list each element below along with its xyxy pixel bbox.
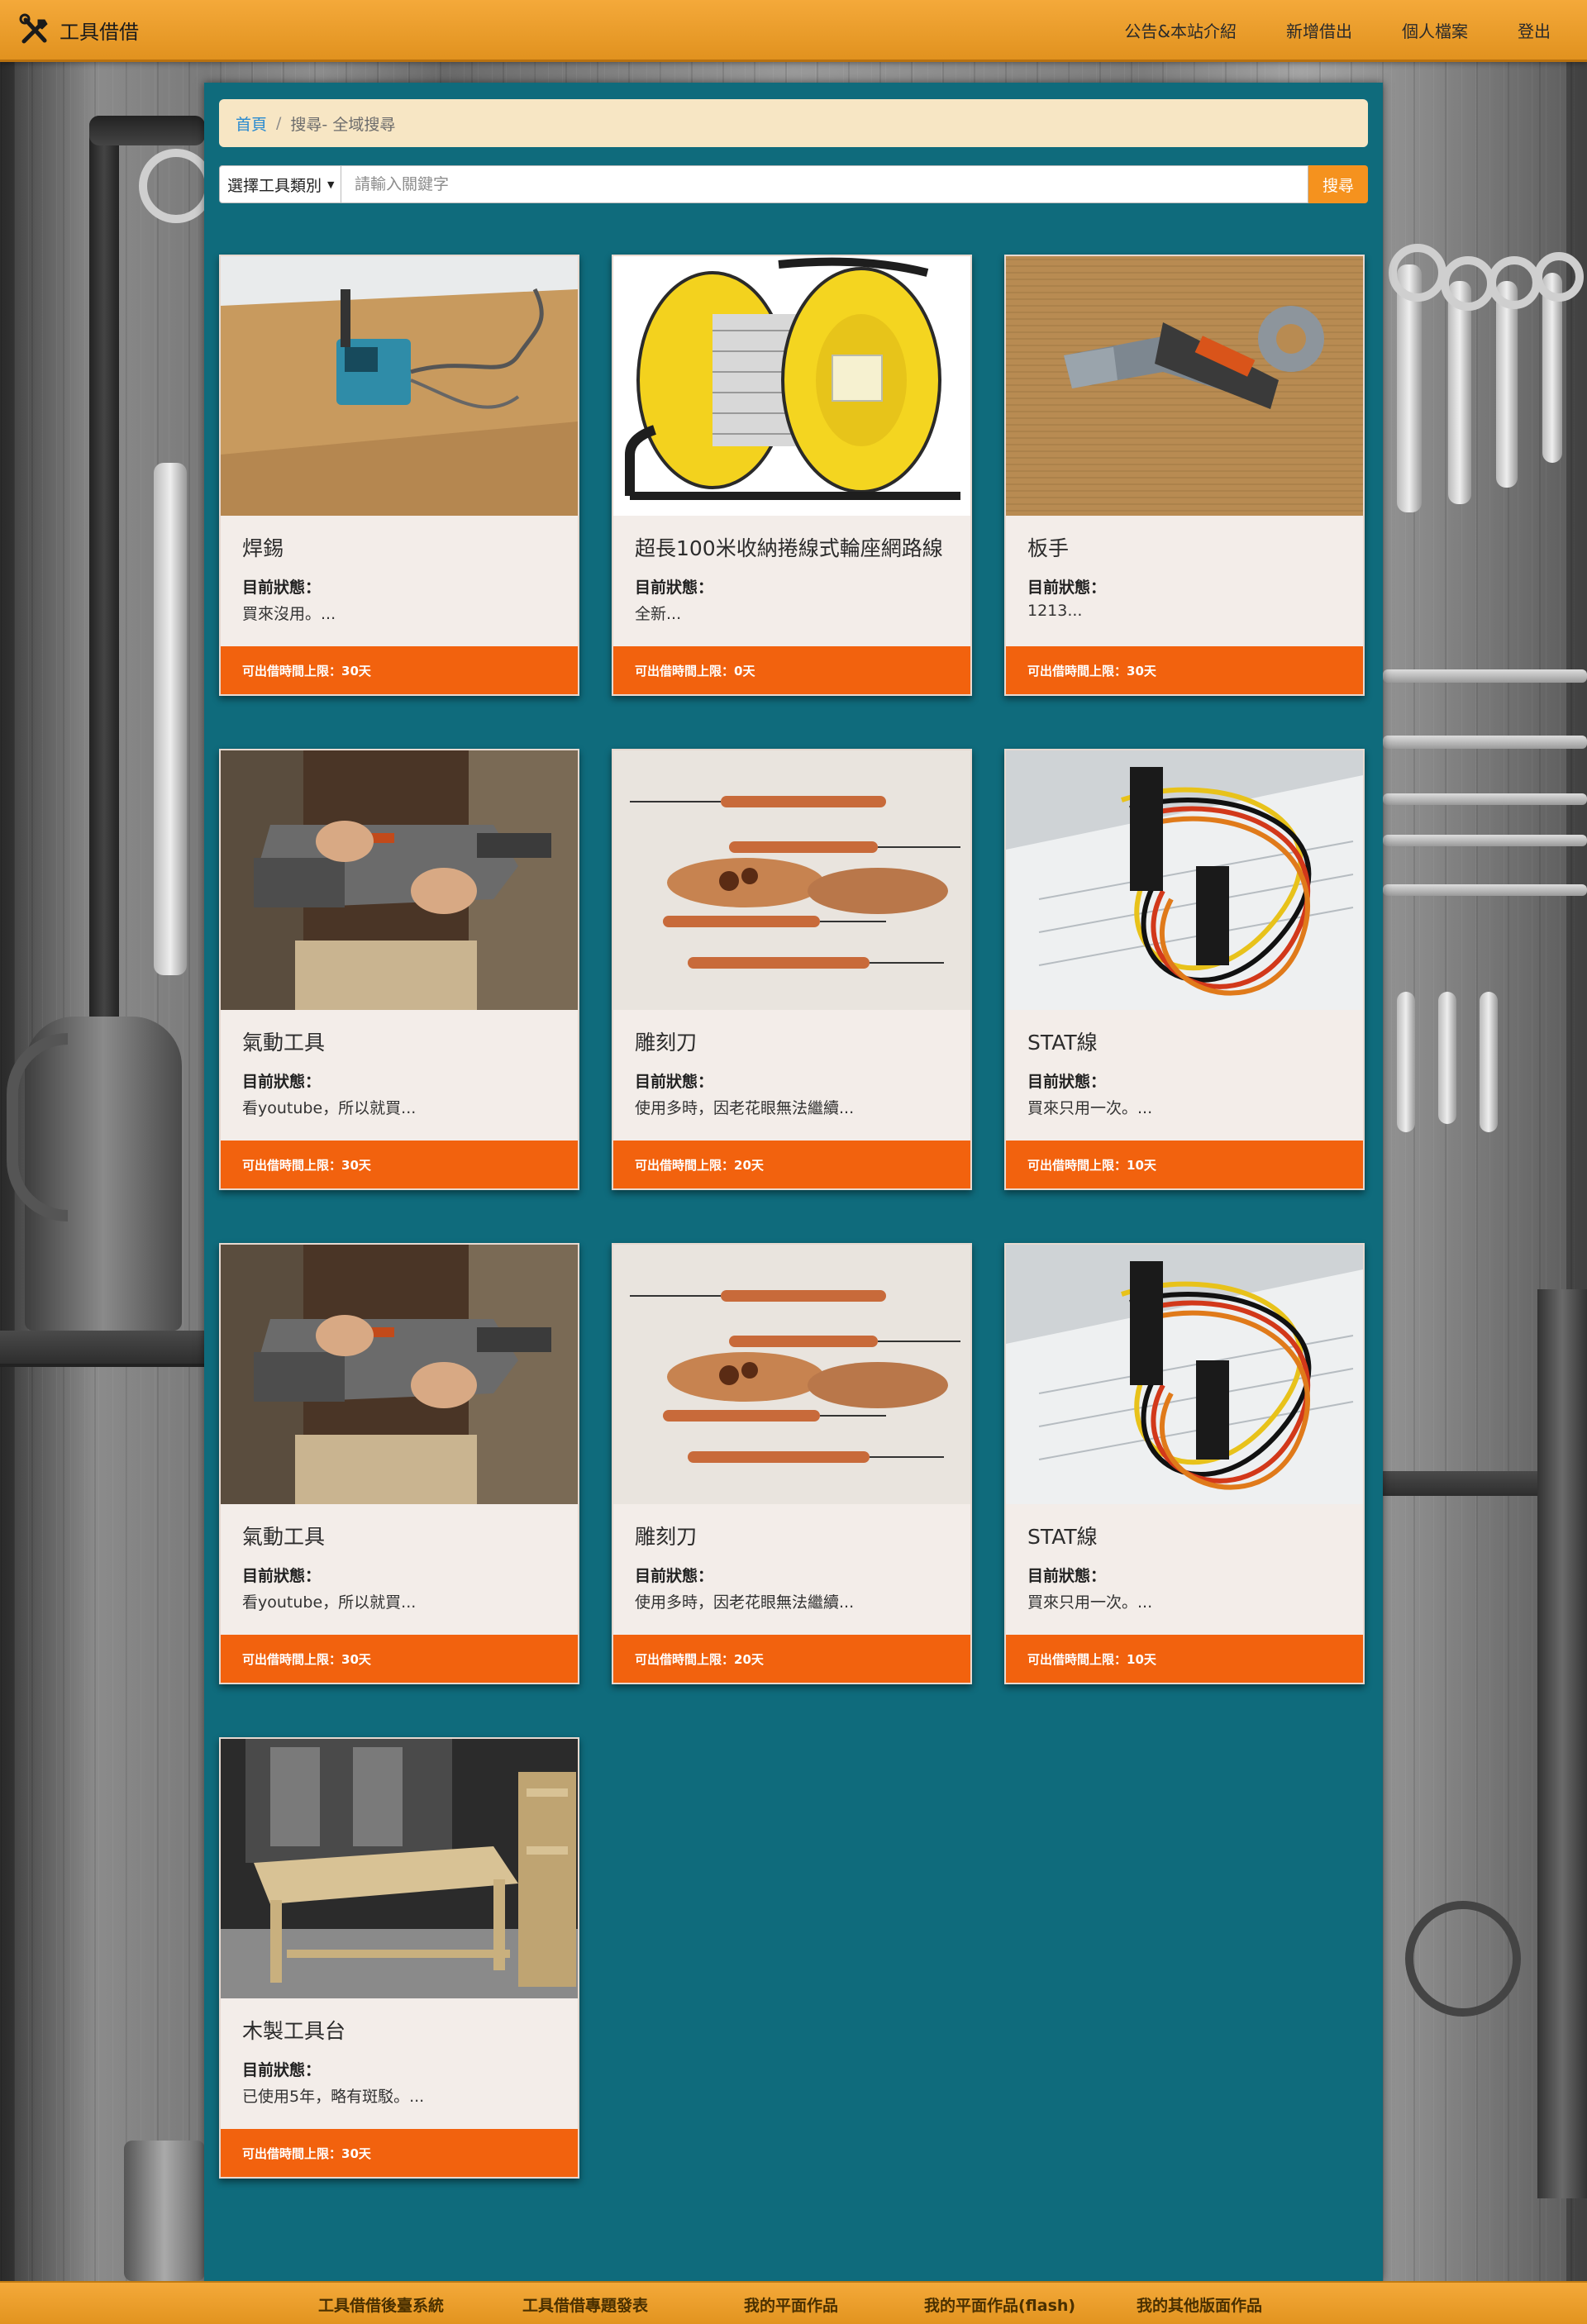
status-label: 目前狀態： <box>242 1567 322 1585</box>
tool-card[interactable]: 板手目前狀態： 1213... 可出借時間上限：30天 <box>1004 255 1365 696</box>
tool-name[interactable]: 超長100米收納捲線式輪座網路線 <box>635 532 957 562</box>
lending-limit: 可出借時間上限：20天 <box>613 1141 970 1188</box>
tool-card[interactable]: STAT線目前狀態： 買來只用一次。... 可出借時間上限：10天 <box>1004 1243 1365 1684</box>
lending-limit: 可出借時間上限：30天 <box>221 2129 578 2177</box>
tool-card[interactable]: 焊錫目前狀態： 買來沒用。... 可出借時間上限：30天 <box>219 255 579 696</box>
status-text: 買來只用一次。... <box>1027 1593 1153 1612</box>
tool-card[interactable]: 木製工具台目前狀態： 已使用5年，略有斑駁。... 可出借時間上限：30天 <box>219 1737 579 2179</box>
breadcrumb-current: 搜尋- 全域搜尋 <box>290 115 396 134</box>
status-text: 使用多時，因老花眼無法繼續... <box>635 1099 855 1117</box>
status-text: 看youtube，所以就買... <box>242 1593 417 1612</box>
lending-limit: 可出借時間上限：10天 <box>1006 1635 1363 1683</box>
tool-name[interactable]: 雕刻刀 <box>635 1521 957 1550</box>
tool-photo[interactable] <box>1006 1245 1363 1504</box>
footer-link-graphic-works[interactable]: 我的平面作品 <box>744 2293 838 2316</box>
tool-photo[interactable] <box>613 1245 970 1504</box>
status-label: 目前狀態： <box>1027 1567 1107 1585</box>
tool-category-label: 選擇工具類別 <box>227 176 322 195</box>
status-label: 目前狀態： <box>242 1073 322 1091</box>
tool-photo[interactable] <box>613 256 970 516</box>
nav-link-logout[interactable]: 登出 <box>1518 18 1551 42</box>
status-label: 目前狀態： <box>1027 579 1107 597</box>
tool-name[interactable]: 氣動工具 <box>242 1026 565 1056</box>
status-label: 目前狀態： <box>635 1567 714 1585</box>
tool-card[interactable]: 氣動工具目前狀態： 看youtube，所以就買... 可出借時間上限：30天 <box>219 749 579 1190</box>
brand-name: 工具借借 <box>60 20 139 44</box>
tool-photo[interactable] <box>221 750 578 1010</box>
nav-links: 公告&本站介紹 新增借出 個人檔案 登出 <box>1075 18 1551 42</box>
footer-link-graphic-works-flash[interactable]: 我的平面作品(flash) <box>924 2293 1075 2316</box>
status-text: 看youtube，所以就買... <box>242 1099 417 1117</box>
brand[interactable]: 工具借借 <box>18 13 139 46</box>
search-button[interactable]: 搜尋 <box>1308 165 1368 203</box>
tool-name[interactable]: 雕刻刀 <box>635 1026 957 1056</box>
tool-card[interactable]: 雕刻刀目前狀態： 使用多時，因老花眼無法繼續... 可出借時間上限：20天 <box>612 749 972 1190</box>
tool-photo[interactable] <box>1006 750 1363 1010</box>
lending-limit: 可出借時間上限：30天 <box>221 1635 578 1683</box>
tool-photo[interactable] <box>221 1245 578 1504</box>
nav-link-new-lending[interactable]: 新增借出 <box>1286 18 1352 42</box>
tool-name[interactable]: 板手 <box>1027 532 1350 562</box>
chevron-down-icon: ▼ <box>327 179 335 190</box>
keyword-search-input[interactable] <box>341 165 1308 203</box>
status-label: 目前狀態： <box>1027 1073 1107 1091</box>
lending-limit: 可出借時間上限：30天 <box>1006 646 1363 694</box>
nav-link-profile[interactable]: 個人檔案 <box>1402 18 1468 42</box>
tool-name[interactable]: 木製工具台 <box>242 2015 565 2045</box>
status-label: 目前狀態： <box>242 579 322 597</box>
tool-name[interactable]: 焊錫 <box>242 532 565 562</box>
tool-card[interactable]: 氣動工具目前狀態： 看youtube，所以就買... 可出借時間上限：30天 <box>219 1243 579 1684</box>
search-bar: 選擇工具類別 ▼ 搜尋 <box>219 165 1368 203</box>
footer-link-project-presentation[interactable]: 工具借借專題發表 <box>522 2293 648 2316</box>
status-text: 全新... <box>635 605 682 623</box>
tool-name[interactable]: 氣動工具 <box>242 1521 565 1550</box>
status-label: 目前狀態： <box>635 579 714 597</box>
tool-photo[interactable] <box>613 750 970 1010</box>
lending-limit: 可出借時間上限：30天 <box>221 1141 578 1188</box>
footer-link-admin-system[interactable]: 工具借借後臺系統 <box>318 2293 444 2316</box>
breadcrumb-separator: / <box>276 114 282 132</box>
main-panel: 首頁 / 搜尋- 全域搜尋 選擇工具類別 ▼ 搜尋 焊錫目前狀態： 買來沒用。..… <box>204 83 1383 2281</box>
tool-photo[interactable] <box>1006 256 1363 516</box>
footer: 工具借借後臺系統 工具借借專題發表 我的平面作品 我的平面作品(flash) 我… <box>0 2281 1587 2324</box>
status-text: 1213... <box>1027 602 1083 620</box>
breadcrumb: 首頁 / 搜尋- 全域搜尋 <box>219 99 1368 147</box>
breadcrumb-home-link[interactable]: 首頁 <box>236 112 267 135</box>
lending-limit: 可出借時間上限：10天 <box>1006 1141 1363 1188</box>
lending-limit: 可出借時間上限：30天 <box>221 646 578 694</box>
tool-name[interactable]: STAT線 <box>1027 1026 1350 1056</box>
tool-card[interactable]: 超長100米收納捲線式輪座網路線目前狀態： 全新... 可出借時間上限：0天 <box>612 255 972 696</box>
status-label: 目前狀態： <box>635 1073 714 1091</box>
lending-limit: 可出借時間上限：20天 <box>613 1635 970 1683</box>
lending-limit: 可出借時間上限：0天 <box>613 646 970 694</box>
status-text: 使用多時，因老花眼無法繼續... <box>635 1593 855 1612</box>
status-text: 已使用5年，略有斑駁。... <box>242 2088 425 2106</box>
tool-photo[interactable] <box>221 256 578 516</box>
tool-card[interactable]: STAT線目前狀態： 買來只用一次。... 可出借時間上限：10天 <box>1004 749 1365 1190</box>
nav-link-announcements[interactable]: 公告&本站介紹 <box>1124 18 1237 42</box>
top-navbar: 工具借借 公告&本站介紹 新增借出 個人檔案 登出 <box>0 0 1587 62</box>
footer-link-other-layouts[interactable]: 我的其他版面作品 <box>1137 2293 1262 2316</box>
status-text: 買來只用一次。... <box>1027 1099 1153 1117</box>
tool-card[interactable]: 雕刻刀目前狀態： 使用多時，因老花眼無法繼續... 可出借時間上限：20天 <box>612 1243 972 1684</box>
tool-name[interactable]: STAT線 <box>1027 1521 1350 1550</box>
tools-logo-icon <box>18 13 51 46</box>
status-label: 目前狀態： <box>242 2061 322 2079</box>
status-text: 買來沒用。... <box>242 605 336 623</box>
tool-category-select[interactable]: 選擇工具類別 ▼ <box>219 165 341 203</box>
tool-photo[interactable] <box>221 1739 578 1998</box>
